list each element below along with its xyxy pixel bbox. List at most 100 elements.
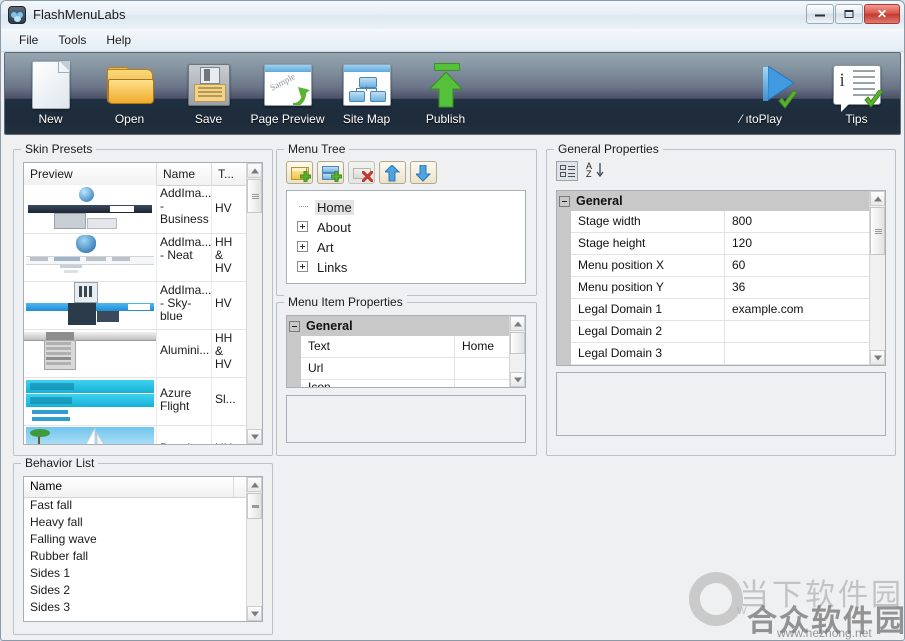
- menu-item-property-grid[interactable]: General Text Home Url Icon: [286, 315, 526, 388]
- scroll-down-arrow[interactable]: [247, 429, 262, 444]
- menu-tree-legend: Menu Tree: [284, 142, 350, 156]
- list-item[interactable]: Sides 1: [24, 565, 247, 582]
- menu-help[interactable]: Help: [96, 30, 141, 50]
- tree-node-about[interactable]: About: [297, 217, 525, 237]
- behavior-list-grid[interactable]: Name Fast fall Heavy fall Falling wave R…: [23, 476, 263, 622]
- general-properties-scrollbar[interactable]: [869, 191, 885, 365]
- close-button[interactable]: ✕: [864, 4, 900, 24]
- property-key: Url: [301, 358, 455, 379]
- menu-tree-group: Menu Tree Home About Art Links: [276, 142, 537, 296]
- property-row-legal-domain-2[interactable]: Legal Domain 2: [571, 321, 870, 343]
- property-row-legal-domain-1[interactable]: Legal Domain 1 example.com: [571, 299, 870, 321]
- property-category-header[interactable]: General: [557, 191, 870, 211]
- behavior-list-scrollbar[interactable]: [246, 477, 262, 621]
- new-button[interactable]: New: [11, 53, 90, 134]
- tree-node-links[interactable]: Links: [297, 257, 525, 277]
- property-row-icon[interactable]: Icon: [301, 380, 510, 387]
- table-row[interactable]: Alumini... HH & HV: [24, 330, 247, 378]
- categorized-view-button[interactable]: [556, 161, 578, 181]
- delete-item-button[interactable]: [348, 161, 375, 184]
- skin-presets-header: Preview Name T...: [24, 163, 262, 186]
- scroll-thumb[interactable]: [247, 493, 262, 519]
- scroll-up-arrow[interactable]: [510, 316, 525, 331]
- skin-presets-scrollbar[interactable]: [246, 163, 262, 444]
- property-value[interactable]: [455, 380, 510, 387]
- move-down-button[interactable]: [410, 161, 437, 184]
- property-row-stage-width[interactable]: Stage width 800: [571, 211, 870, 233]
- property-value[interactable]: 800: [725, 211, 870, 232]
- page-preview-button[interactable]: Sample Page Preview: [248, 53, 327, 134]
- menu-item-properties-scrollbar[interactable]: [509, 316, 525, 387]
- save-button[interactable]: Save: [169, 53, 248, 134]
- property-row-menu-position-y[interactable]: Menu position Y 36: [571, 277, 870, 299]
- table-row[interactable]: AddIma... - Neat HH & HV: [24, 234, 247, 282]
- scroll-up-arrow[interactable]: [870, 191, 885, 206]
- property-value[interactable]: 36: [725, 277, 870, 298]
- list-item[interactable]: Sides 3: [24, 599, 247, 616]
- property-row-stage-height[interactable]: Stage height 120: [571, 233, 870, 255]
- menu-tree-panel[interactable]: Home About Art Links Contact: [286, 190, 526, 284]
- add-item-button[interactable]: [286, 161, 313, 184]
- collapse-minus-icon[interactable]: [559, 195, 570, 207]
- maximize-button[interactable]: [835, 4, 863, 24]
- property-value[interactable]: [725, 343, 870, 364]
- property-value[interactable]: [725, 321, 870, 342]
- column-name[interactable]: Name: [157, 163, 212, 185]
- expand-plus-icon[interactable]: [297, 221, 308, 232]
- list-item[interactable]: Rubber fall: [24, 548, 247, 565]
- scroll-up-arrow[interactable]: [247, 163, 262, 178]
- tree-node-contact[interactable]: Contact: [297, 277, 525, 284]
- scroll-thumb[interactable]: [247, 179, 262, 213]
- minimize-button[interactable]: [806, 4, 834, 24]
- scroll-down-arrow[interactable]: [510, 372, 525, 387]
- property-value[interactable]: Home: [455, 336, 510, 357]
- open-button[interactable]: Open: [90, 53, 169, 134]
- property-row-url[interactable]: Url: [301, 358, 510, 380]
- table-row[interactable]: Beach HH: [24, 426, 247, 444]
- property-category-label: General: [306, 319, 353, 333]
- skin-name: AddIma... - Business: [157, 185, 212, 233]
- property-row-text[interactable]: Text Home: [301, 336, 510, 358]
- skin-thumbnail: [24, 426, 157, 444]
- list-item[interactable]: Heavy fall: [24, 514, 247, 531]
- property-value[interactable]: example.com: [725, 299, 870, 320]
- list-item[interactable]: Falling wave: [24, 531, 247, 548]
- tips-button[interactable]: i Tips: [817, 53, 896, 134]
- property-row-legal-domain-3[interactable]: Legal Domain 3: [571, 343, 870, 365]
- list-item[interactable]: Fast fall: [24, 497, 247, 514]
- skin-presets-grid[interactable]: Preview Name T... AddIma... - Business H…: [23, 162, 263, 445]
- property-value[interactable]: [455, 358, 510, 379]
- site-map-button[interactable]: Site Map: [327, 53, 406, 134]
- table-row[interactable]: Azure Flight Sl...: [24, 378, 247, 426]
- scroll-thumb[interactable]: [870, 207, 885, 255]
- alphabetical-sort-button[interactable]: A Z: [584, 161, 606, 181]
- property-row-menu-position-x[interactable]: Menu position X 60: [571, 255, 870, 277]
- table-row[interactable]: AddIma... - Business HV: [24, 185, 247, 234]
- tree-node-home[interactable]: Home: [297, 197, 525, 217]
- add-subitem-button[interactable]: [317, 161, 344, 184]
- autoplay-button[interactable]: ⁄ ıtoPlay: [738, 53, 817, 134]
- scroll-up-arrow[interactable]: [247, 477, 262, 492]
- property-value[interactable]: 60: [725, 255, 870, 276]
- publish-button[interactable]: Publish: [406, 53, 485, 134]
- scroll-thumb[interactable]: [510, 332, 525, 354]
- collapse-minus-icon[interactable]: [289, 320, 300, 332]
- menu-file[interactable]: File: [9, 30, 48, 50]
- expand-plus-icon[interactable]: [297, 261, 308, 272]
- menu-tools[interactable]: Tools: [48, 30, 96, 50]
- table-row[interactable]: AddIma... - Sky-blue HV: [24, 282, 247, 330]
- column-preview[interactable]: Preview: [24, 163, 157, 185]
- tree-node-art[interactable]: Art: [297, 237, 525, 257]
- column-name[interactable]: Name: [24, 477, 234, 497]
- general-property-grid[interactable]: General Stage width 800 Stage height 120…: [556, 190, 886, 366]
- scroll-down-arrow[interactable]: [247, 606, 262, 621]
- general-properties-toolbar: A Z: [556, 161, 606, 181]
- list-item[interactable]: Sides 2: [24, 582, 247, 599]
- property-category-header[interactable]: General: [287, 316, 510, 336]
- column-type[interactable]: T...: [212, 163, 249, 185]
- open-folder-icon: [106, 60, 154, 110]
- property-value[interactable]: 120: [725, 233, 870, 254]
- scroll-down-arrow[interactable]: [870, 350, 885, 365]
- move-up-button[interactable]: [379, 161, 406, 184]
- expand-plus-icon[interactable]: [297, 241, 308, 252]
